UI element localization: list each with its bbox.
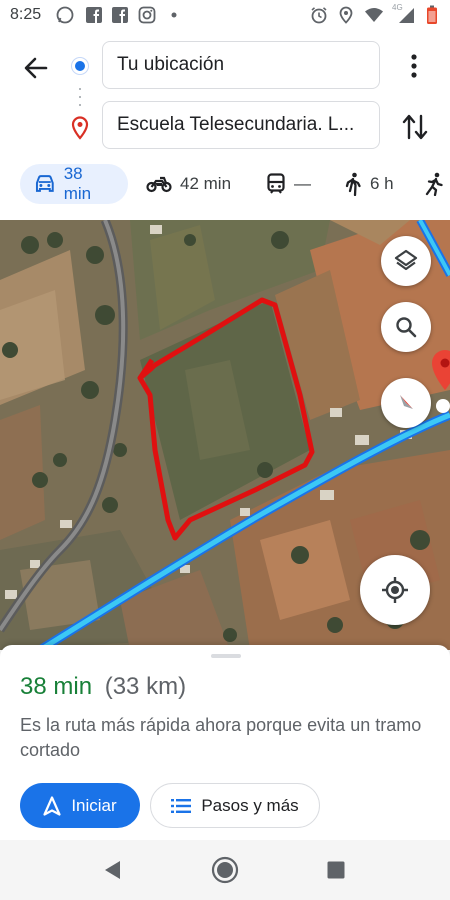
layers-button[interactable]: [381, 236, 431, 286]
start-navigation-button[interactable]: Iniciar: [20, 783, 140, 828]
travel-modes: 38 min 42 min — 6 h: [0, 164, 450, 208]
route-summary-sheet: 38 min (33 km) Es la ruta más rápida aho…: [0, 645, 450, 840]
nav-recents-icon: [327, 861, 345, 879]
nav-home-button[interactable]: [210, 855, 240, 885]
more-options-icon[interactable]: [400, 52, 428, 80]
mode-driving-label: 38 min: [63, 164, 92, 203]
status-bar: 8:25 4G: [0, 0, 450, 32]
my-location-icon: [382, 577, 408, 603]
route-description: Es la ruta más rápida ahora porque evita…: [20, 715, 422, 760]
mode-walking[interactable]: 6 h: [330, 164, 410, 204]
battery-icon: [427, 5, 437, 24]
route-connector-dots: [79, 88, 81, 106]
system-nav-bar: [0, 840, 450, 900]
alarm-icon: [311, 7, 327, 24]
status-time: 8:25: [10, 6, 42, 23]
facebook-icon: [86, 7, 102, 23]
search-button[interactable]: [381, 302, 431, 352]
nav-home-icon: [211, 856, 239, 884]
dot-icon: [171, 12, 177, 18]
signal-indicator: 4G: [392, 3, 416, 24]
search-icon: [396, 317, 417, 338]
swap-directions-icon[interactable]: [400, 112, 430, 142]
mode-transit[interactable]: —: [252, 164, 328, 204]
list-icon: [171, 798, 192, 813]
nav-back-button[interactable]: [97, 855, 127, 885]
origin-input[interactable]: Tu ubicación: [102, 41, 380, 89]
destination-input[interactable]: Escuela Telesecundaria. L...: [102, 101, 380, 149]
instagram-icon: [138, 6, 156, 24]
origin-dot-icon: [72, 58, 88, 74]
mode-driving[interactable]: 38 min: [20, 164, 128, 204]
mode-ride[interactable]: [414, 164, 450, 204]
directions-header: Tu ubicación Escuela Telesecundaria. L..…: [0, 32, 450, 220]
nav-back-icon: [105, 861, 120, 879]
mode-motorcycle-label: 42 min: [180, 174, 232, 193]
wifi-icon: [365, 8, 383, 22]
steps-and-more-button[interactable]: Pasos y más: [150, 783, 320, 828]
signal-icon: [399, 8, 414, 23]
start-navigation-label: Iniciar: [71, 795, 117, 815]
mode-motorcycle[interactable]: 42 min: [132, 164, 246, 204]
transit-icon: [267, 173, 285, 194]
walk-icon: [345, 172, 361, 196]
layers-icon: [394, 249, 418, 271]
mode-walking-label: 6 h: [370, 174, 394, 193]
destination-pin-icon: [71, 116, 89, 140]
back-arrow-icon[interactable]: [18, 50, 54, 86]
motorcycle-icon: [146, 176, 172, 193]
facebook-icon: [112, 7, 128, 23]
run-icon: [425, 172, 443, 196]
compass-icon: [400, 395, 413, 409]
route-distance: (33 km): [104, 673, 187, 700]
steps-and-more-label: Pasos y más: [201, 795, 299, 815]
sheet-drag-handle[interactable]: [211, 654, 241, 658]
navigation-arrow-icon: [43, 795, 61, 816]
whatsapp-icon: [56, 6, 74, 24]
location-icon: [339, 6, 353, 24]
nav-recents-button[interactable]: [321, 855, 351, 885]
compass-button[interactable]: [381, 378, 431, 428]
route-summary: 38 min (33 km): [20, 673, 186, 701]
mode-transit-label: —: [294, 174, 311, 193]
car-icon: [35, 175, 54, 192]
my-location-button[interactable]: [360, 555, 430, 625]
route-duration: 38 min: [20, 673, 93, 700]
